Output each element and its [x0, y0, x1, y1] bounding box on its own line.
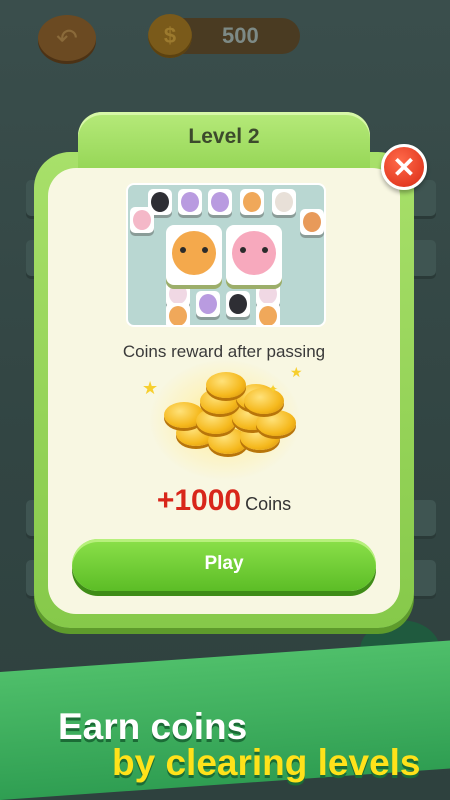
reward-amount-value: +1000: [156, 484, 242, 517]
penguin-tile-icon: [226, 291, 250, 317]
fox-tile-icon: [300, 209, 324, 235]
reward-caption: Coins reward after passing: [122, 342, 326, 361]
undo-arrow-icon: ↶: [56, 23, 78, 53]
sparkle-star-icon: ✦: [268, 382, 279, 396]
pig-tile-icon: [226, 225, 282, 285]
reward-unit: Coins: [245, 494, 292, 514]
dog-tile-icon: [240, 189, 264, 215]
dollar-coin-icon: $: [148, 14, 192, 58]
cat-tile-icon: [178, 189, 202, 215]
close-button[interactable]: ✕: [381, 144, 427, 190]
cat-tile-icon: [196, 291, 220, 317]
close-icon: ✕: [392, 152, 416, 183]
reward-amount: +1000 Coins: [48, 484, 400, 518]
pig-tile-icon: [130, 207, 154, 233]
dog-tile-icon: [256, 303, 280, 325]
coin-balance: 500: [222, 23, 259, 48]
play-button[interactable]: Play: [72, 539, 376, 591]
back-button[interactable]: ↶: [38, 15, 96, 61]
sparkle-star-icon: ★: [290, 364, 303, 380]
dog-tile-icon: [166, 225, 222, 285]
cat-tile-icon: [208, 189, 232, 215]
play-button-label: Play: [204, 553, 244, 574]
sparkle-star-icon: ★: [142, 378, 159, 398]
dog-tile-icon: [166, 303, 190, 325]
banner-subheadline: by clearing levels: [112, 742, 421, 783]
dialog-title: Level 2: [188, 125, 260, 148]
cow-tile-icon: [272, 189, 296, 215]
